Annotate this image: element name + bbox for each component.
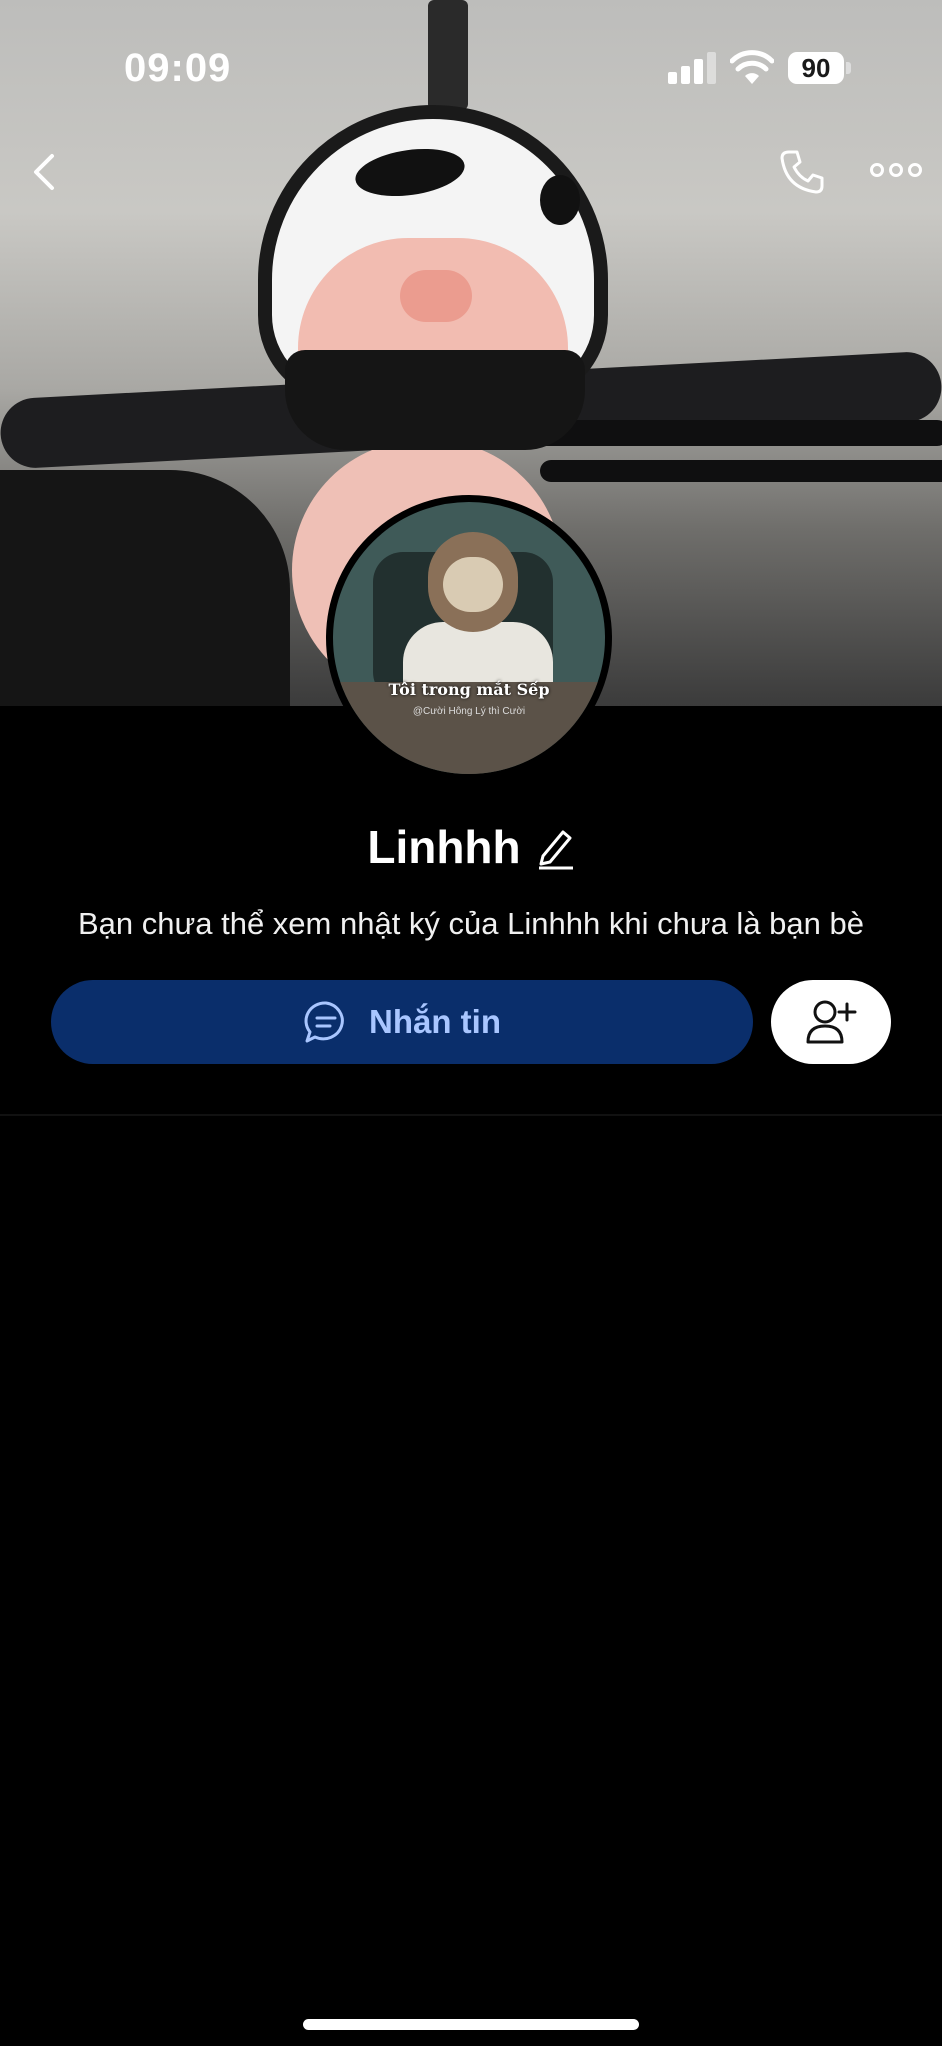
section-divider [0,1114,942,1116]
status-bar: 09:09 90 [0,0,942,130]
avatar-face-shape [443,557,503,612]
avatar-watermark: @Cười Hông Lý thì Cười [412,706,526,717]
chevron-left-icon[interactable] [22,148,66,196]
helmet-strap-shape [285,350,585,450]
message-button-label: Nhắn tin [369,1003,501,1040]
battery-icon: 90 [788,52,844,84]
edit-pencil-icon[interactable] [535,824,575,870]
home-indicator[interactable] [303,2019,639,2030]
cable-shape [520,420,942,446]
avatar[interactable]: Tôi trong mắt Sếp @Cười Hông Lý thì Cười [326,495,612,781]
more-dots-icon[interactable] [870,158,922,182]
cable-shape [540,460,942,482]
wifi-icon [730,50,774,84]
chat-bubble-icon [304,1001,344,1043]
add-friend-icon [806,1000,857,1044]
privacy-notice: Bạn chưa thể xem nhật ký của Linhhh khi … [77,906,864,941]
toy-snout-shape [400,270,472,322]
phone-icon[interactable] [778,148,826,196]
battery-tip [846,62,851,74]
status-time: 09:09 [124,46,232,90]
profile-name-row: Linhhh [0,820,942,874]
add-friend-button[interactable] [771,980,891,1064]
helmet-spot-shape [540,175,580,225]
avatar-caption: Tôi trong mắt Sếp [388,680,550,699]
message-button[interactable]: Nhắn tin [51,980,753,1064]
profile-name: Linhhh [367,821,521,873]
bike-grip-shape [0,470,290,706]
signal-icon [668,52,716,84]
